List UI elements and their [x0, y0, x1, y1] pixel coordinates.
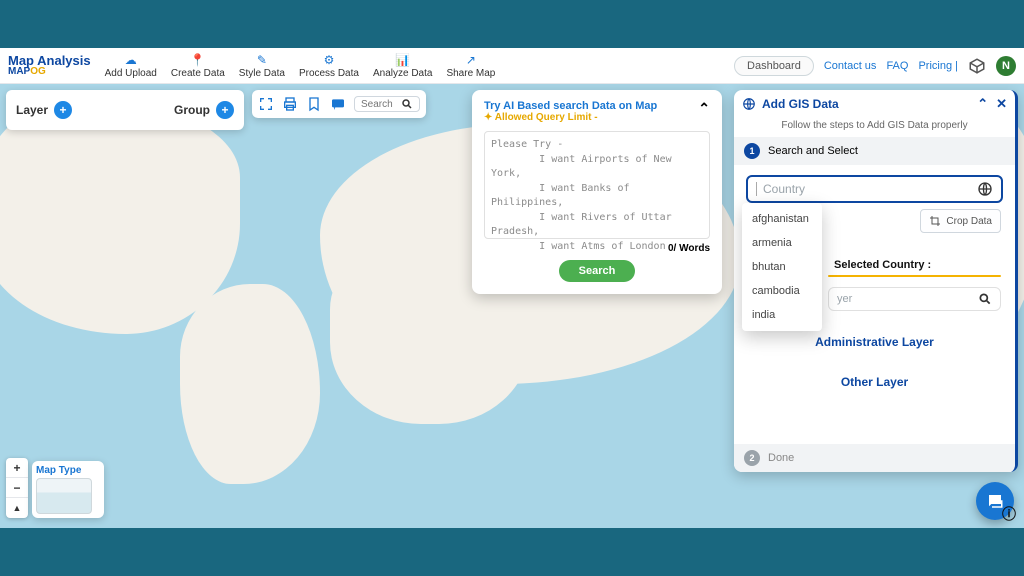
fullscreen-icon[interactable]	[258, 96, 274, 112]
package-icon[interactable]	[968, 57, 986, 75]
share-icon: ↗	[466, 53, 476, 67]
topbar: Map Analysis MAPOG ☁Add Upload 📍Create D…	[0, 48, 1024, 84]
country-option[interactable]: india	[742, 303, 822, 327]
faq-link[interactable]: FAQ	[886, 60, 908, 72]
chart-icon: 📊	[395, 53, 410, 67]
zoom-reset-button[interactable]: ▲	[6, 498, 28, 518]
user-avatar[interactable]: N	[996, 56, 1016, 76]
zoom-out-button[interactable]: −	[6, 478, 28, 498]
step-2-badge: 2	[744, 450, 760, 466]
administrative-layer-heading[interactable]: Administrative Layer	[734, 335, 1015, 349]
search-icon	[978, 292, 992, 306]
globe-icon	[742, 97, 756, 111]
maptype-thumbnail[interactable]	[36, 478, 92, 514]
layer-label: Layer	[16, 103, 48, 117]
panel-close-button[interactable]: ✕	[996, 96, 1007, 112]
print-icon[interactable]	[282, 96, 298, 112]
dashboard-button[interactable]: Dashboard	[734, 56, 814, 76]
pin-icon: 📍	[190, 53, 205, 67]
maptype-title: Map Type	[36, 465, 100, 476]
toolbar-search[interactable]	[354, 96, 420, 112]
step-1-label: Search and Select	[768, 145, 858, 157]
other-layer-heading[interactable]: Other Layer	[734, 375, 1015, 389]
country-option[interactable]: armenia	[742, 231, 822, 255]
panel-expand-button[interactable]: ⌃	[977, 96, 988, 112]
layer-search-input[interactable]: yer	[828, 287, 1001, 311]
step-2: 2 Done	[734, 444, 1015, 472]
search-icon[interactable]	[401, 98, 413, 110]
bookmark-icon[interactable]	[306, 96, 322, 112]
menu-share-map[interactable]: ↗Share Map	[440, 51, 501, 81]
country-option[interactable]: afghanistan	[742, 207, 822, 231]
ai-word-count: 0/ Words	[668, 243, 710, 254]
cloud-upload-icon: ☁	[125, 53, 137, 67]
country-option[interactable]: cambodia	[742, 279, 822, 303]
menu-add-upload[interactable]: ☁Add Upload	[99, 51, 163, 81]
collapse-panel-button[interactable]: ⌃	[698, 100, 710, 117]
gis-subtitle: Follow the steps to Add GIS Data properl…	[734, 118, 1015, 137]
app-sublogo: MAPOG	[8, 67, 91, 77]
toolbar-search-input[interactable]	[361, 99, 401, 110]
gis-title: Add GIS Data	[762, 97, 839, 111]
ai-search-panel: Try AI Based search Data on Map ✦ Allowe…	[472, 90, 722, 294]
ai-title: Try AI Based search Data on Map	[484, 100, 657, 112]
menu-process-data[interactable]: ⚙Process Data	[293, 51, 365, 81]
comment-icon[interactable]	[330, 96, 346, 112]
add-group-button[interactable]: +	[216, 101, 234, 119]
map-toolbar	[252, 90, 426, 118]
menu-analyze-data[interactable]: 📊Analyze Data	[367, 51, 438, 81]
maptype-panel: Map Type	[32, 461, 104, 518]
zoom-in-button[interactable]: +	[6, 458, 28, 478]
contact-link[interactable]: Contact us	[824, 60, 877, 72]
crop-data-button[interactable]: Crop Data	[920, 209, 1001, 233]
info-icon[interactable]: ⓘ	[1002, 504, 1016, 524]
pencil-icon: ✎	[257, 53, 267, 67]
app-frame: Map Analysis MAPOG ☁Add Upload 📍Create D…	[0, 48, 1024, 528]
app-logo: Map Analysis MAPOG	[8, 54, 91, 77]
ai-search-button[interactable]: Search	[559, 260, 636, 282]
country-option[interactable]: bhutan	[742, 255, 822, 279]
main-menu: ☁Add Upload 📍Create Data ✎Style Data ⚙Pr…	[99, 51, 502, 81]
ai-query-textarea[interactable]: Please Try - I want Airports of New York…	[484, 131, 710, 239]
layer-group-panel: Layer + Group +	[6, 90, 244, 130]
country-input[interactable]: Country	[746, 175, 1003, 203]
step-1: 1 Search and Select	[734, 137, 1015, 165]
step-2-label: Done	[768, 452, 794, 464]
map-canvas[interactable]: Layer + Group + + − ▲ Map Type	[0, 84, 1024, 528]
ai-subtitle: ✦ Allowed Query Limit -	[484, 112, 657, 123]
step-1-badge: 1	[744, 143, 760, 159]
selected-country-label: Selected Country :	[834, 259, 931, 271]
menu-style-data[interactable]: ✎Style Data	[233, 51, 291, 81]
group-label: Group	[174, 103, 210, 117]
crop-icon	[929, 215, 941, 227]
menu-create-data[interactable]: 📍Create Data	[165, 51, 231, 81]
selected-country-underline	[828, 275, 1001, 277]
zoom-control: + − ▲	[6, 458, 28, 518]
country-dropdown: afghanistan armenia bhutan cambodia indi…	[742, 203, 822, 331]
country-placeholder: Country	[763, 182, 971, 196]
globe-field-icon	[977, 181, 993, 197]
add-layer-button[interactable]: +	[54, 101, 72, 119]
gear-icon: ⚙	[324, 53, 335, 67]
pricing-link[interactable]: Pricing |	[918, 60, 958, 72]
topbar-right: Dashboard Contact us FAQ Pricing | N	[734, 56, 1016, 76]
layer-search-placeholder: yer	[837, 293, 972, 305]
add-gis-data-panel: Add GIS Data ⌃ ✕ Follow the steps to Add…	[734, 90, 1018, 472]
